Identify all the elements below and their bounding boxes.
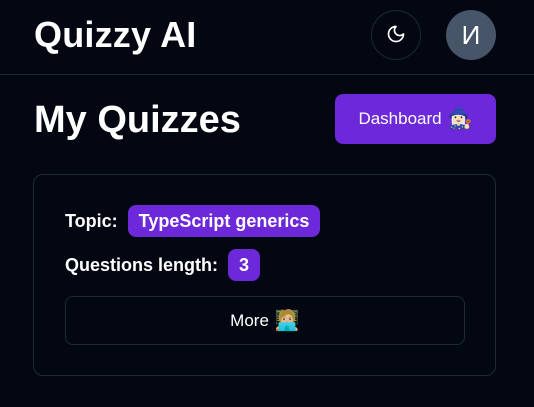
quiz-card: Topic: TypeScript generics Questions len…	[33, 174, 496, 376]
topic-badge: TypeScript generics	[127, 205, 321, 237]
app-brand[interactable]: Quizzy AI	[34, 14, 196, 56]
more-button[interactable]: More 🧑🏼‍💻	[65, 296, 465, 345]
questions-length-label: Questions length:	[65, 254, 218, 275]
mage-emoji-icon: 🧙🏻‍♀️	[447, 108, 473, 130]
dashboard-button[interactable]: Dashboard 🧙🏻‍♀️	[335, 94, 496, 144]
page-title: My Quizzes	[34, 99, 241, 141]
theme-toggle-button[interactable]	[371, 10, 421, 60]
quiz-topic-row: Topic: TypeScript generics	[65, 205, 321, 237]
moon-icon	[386, 24, 406, 47]
questions-length-row: Questions length: 3	[65, 249, 261, 281]
questions-length-badge: 3	[228, 249, 261, 281]
top-header: Quizzy AI И	[0, 0, 534, 75]
technologist-emoji-icon: 🧑🏼‍💻	[274, 309, 300, 332]
avatar-initial: И	[461, 19, 481, 50]
dashboard-button-label: Dashboard	[358, 109, 442, 128]
avatar[interactable]: И	[446, 10, 496, 60]
topic-label: Topic:	[65, 210, 118, 231]
more-button-label: More	[230, 310, 269, 330]
